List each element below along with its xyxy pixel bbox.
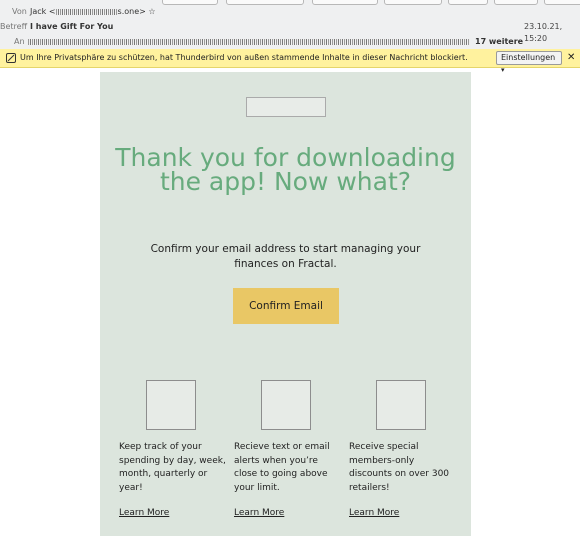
toolbar-button[interactable] — [162, 0, 218, 5]
toolbar-button[interactable] — [494, 0, 538, 5]
email-body: Thank you for downloading the app! Now w… — [100, 72, 471, 536]
settings-dropdown[interactable]: Einstellungen ▾ — [496, 51, 562, 74]
learn-more-link[interactable]: Learn More — [119, 508, 169, 518]
blocked-feature-image — [146, 380, 196, 430]
star-icon[interactable]: ☆ — [148, 7, 155, 16]
toolbar-button[interactable] — [384, 0, 442, 5]
toolbar-button[interactable] — [226, 0, 304, 5]
notice-text: Um Ihre Privatsphäre zu schützen, hat Th… — [20, 53, 468, 62]
message-header: Von Jack < s.one> ☆ Betreff I have Gift F… — [0, 0, 580, 50]
blocked-feature-image — [376, 380, 426, 430]
more-recipients-link[interactable]: 17 weitere — [475, 36, 523, 48]
redacted-address — [55, 8, 118, 15]
blocked-content-icon — [6, 53, 16, 63]
redacted-recipients — [28, 39, 470, 45]
feature-text: Keep track of your spending by day, week… — [119, 442, 226, 493]
headline: Thank you for downloading the app! Now w… — [115, 143, 456, 196]
toolbar-button[interactable] — [544, 0, 580, 5]
blocked-feature-image — [261, 380, 311, 430]
from-label: Von — [12, 7, 27, 16]
feature-text: Recieve text or email alerts when you’re… — [234, 442, 330, 493]
confirm-instructions: Confirm your email address to start mana… — [150, 243, 421, 270]
chevron-down-icon: ▾ — [501, 66, 505, 74]
learn-more-link[interactable]: Learn More — [349, 508, 399, 518]
toolbar-button[interactable] — [448, 0, 488, 5]
from-domain: s.one> — [117, 7, 146, 16]
to-label: An — [14, 37, 25, 46]
from-sender[interactable]: Jack < s.one> ☆ — [30, 6, 156, 18]
subject-label: Betreff — [0, 22, 28, 31]
confirm-email-button[interactable]: Confirm Email — [233, 288, 339, 324]
blocked-logo-image — [246, 97, 326, 117]
subject: I have Gift For You — [30, 22, 114, 31]
settings-label: Einstellungen — [501, 53, 556, 62]
toolbar-button[interactable] — [312, 0, 378, 5]
remote-content-notice: Um Ihre Privatsphäre zu schützen, hat Th… — [0, 49, 580, 74]
learn-more-link[interactable]: Learn More — [234, 508, 284, 518]
feature-text: Receive special members-only discounts o… — [349, 442, 450, 493]
close-notice-button[interactable]: ✕ — [567, 52, 575, 63]
from-name: Jack < — [30, 7, 56, 16]
